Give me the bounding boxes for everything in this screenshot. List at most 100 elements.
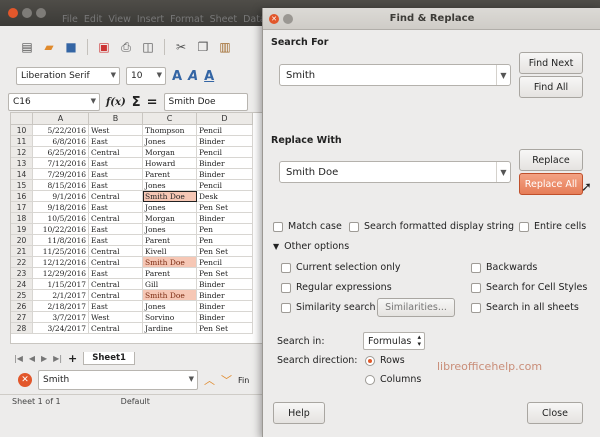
replace-input[interactable]: Smith Doe ▼ [279, 161, 511, 183]
table-cell[interactable]: East [89, 158, 143, 169]
close-find-bar-icon[interactable]: ✕ [18, 373, 32, 387]
table-cell[interactable]: Central [89, 191, 143, 202]
menu-item[interactable]: Edit [84, 14, 102, 28]
table-cell[interactable]: Central [89, 279, 143, 290]
table-cell[interactable]: Pencil [197, 257, 253, 268]
row-header[interactable]: 14 [11, 169, 33, 180]
column-header[interactable]: D [197, 113, 253, 125]
direction-columns-radio[interactable]: Columns [365, 374, 421, 385]
export-pdf-icon[interactable]: ▣ [95, 38, 113, 56]
table-cell[interactable]: Jones [143, 136, 197, 147]
row-header[interactable]: 11 [11, 136, 33, 147]
row-header[interactable]: 25 [11, 290, 33, 301]
add-sheet-icon[interactable]: + [68, 352, 77, 365]
current-selection-checkbox[interactable]: Current selection only [281, 262, 401, 273]
menu-item[interactable]: File [62, 14, 78, 28]
row-header[interactable]: 24 [11, 279, 33, 290]
underline-icon[interactable]: A [204, 69, 214, 84]
formula-input[interactable]: Smith Doe [163, 93, 248, 111]
table-cell[interactable]: Binder [197, 312, 253, 323]
table-cell[interactable]: East [89, 301, 143, 312]
row-header[interactable]: 15 [11, 180, 33, 191]
row-header[interactable]: 12 [11, 147, 33, 158]
table-cell[interactable]: Binder [197, 279, 253, 290]
table-cell[interactable]: East [89, 268, 143, 279]
table-cell[interactable]: West [89, 312, 143, 323]
table-cell[interactable]: 12/29/2016 [33, 268, 89, 279]
table-cell[interactable]: Binder [197, 136, 253, 147]
find-next-button[interactable]: Find Next [519, 52, 583, 74]
table-cell[interactable]: 8/15/2016 [33, 180, 89, 191]
backwards-checkbox[interactable]: Backwards [471, 262, 537, 273]
table-cell[interactable]: Pen [197, 224, 253, 235]
table-cell[interactable]: 7/29/2016 [33, 169, 89, 180]
similarity-checkbox[interactable]: Similarity search [281, 302, 376, 313]
column-header[interactable]: A [33, 113, 89, 125]
table-cell[interactable]: 11/25/2016 [33, 246, 89, 257]
table-cell[interactable]: 1/15/2017 [33, 279, 89, 290]
table-cell[interactable]: 2/1/2017 [33, 290, 89, 301]
previous-sheet-icon[interactable]: ◀ [29, 354, 35, 363]
direction-rows-radio[interactable]: Rows [365, 355, 405, 366]
table-cell[interactable]: 6/8/2016 [33, 136, 89, 147]
column-header[interactable]: B [89, 113, 143, 125]
find-next-icon[interactable]: ﹀ [221, 372, 232, 388]
table-cell[interactable]: Howard [143, 158, 197, 169]
table-cell[interactable]: Central [89, 147, 143, 158]
table-cell[interactable]: East [89, 169, 143, 180]
table-cell[interactable]: Gill [143, 279, 197, 290]
table-cell[interactable]: Binder [197, 301, 253, 312]
table-cell[interactable]: Smith Doe [143, 191, 197, 202]
table-cell[interactable]: Parent [143, 169, 197, 180]
menu-item[interactable]: Format [170, 14, 203, 28]
row-header[interactable]: 18 [11, 213, 33, 224]
table-cell[interactable]: Central [89, 290, 143, 301]
table-cell[interactable]: Morgan [143, 147, 197, 158]
table-cell[interactable]: 10/5/2016 [33, 213, 89, 224]
table-cell[interactable]: Pen Set [197, 323, 253, 334]
table-cell[interactable]: Parent [143, 235, 197, 246]
table-cell[interactable]: 2/18/2017 [33, 301, 89, 312]
table-cell[interactable]: Central [89, 246, 143, 257]
table-cell[interactable]: West [89, 125, 143, 136]
table-cell[interactable]: Parent [143, 268, 197, 279]
row-header[interactable]: 13 [11, 158, 33, 169]
table-cell[interactable]: 3/24/2017 [33, 323, 89, 334]
table-cell[interactable]: 6/25/2016 [33, 147, 89, 158]
table-cell[interactable]: Pencil [197, 180, 253, 191]
table-cell[interactable]: 12/12/2016 [33, 257, 89, 268]
search-in-select[interactable]: Formulas ▴ ▾ [363, 332, 425, 350]
table-cell[interactable]: Pen Set [197, 246, 253, 257]
font-size-select[interactable]: 10 ▼ [126, 67, 166, 85]
row-header[interactable]: 21 [11, 246, 33, 257]
find-all-button[interactable]: Find All [519, 76, 583, 98]
table-cell[interactable]: East [89, 180, 143, 191]
table-cell[interactable]: Smith Doe [143, 290, 197, 301]
table-cell[interactable]: Smith Doe [143, 257, 197, 268]
table-cell[interactable]: East [89, 136, 143, 147]
table-cell[interactable]: 11/8/2016 [33, 235, 89, 246]
font-name-select[interactable]: Liberation Serif ▼ [16, 67, 120, 85]
name-box[interactable]: C16 ▼ [8, 93, 100, 111]
table-cell[interactable]: 7/12/2016 [33, 158, 89, 169]
replace-button[interactable]: Replace [519, 149, 583, 171]
table-cell[interactable]: Binder [197, 213, 253, 224]
find-bar-input[interactable]: Smith ▼ [38, 370, 198, 390]
match-case-checkbox[interactable]: Match case [273, 221, 342, 232]
chevron-down-icon[interactable]: ▼ [496, 162, 510, 182]
menu-item[interactable]: Sheet [210, 14, 237, 28]
table-cell[interactable]: Central [89, 323, 143, 334]
all-sheets-checkbox[interactable]: Search in all sheets [471, 302, 579, 313]
table-cell[interactable]: Binder [197, 169, 253, 180]
table-cell[interactable]: Jones [143, 301, 197, 312]
close-button[interactable]: Close [527, 402, 583, 424]
table-cell[interactable]: Pencil [197, 125, 253, 136]
table-cell[interactable]: 9/18/2016 [33, 202, 89, 213]
table-cell[interactable]: Binder [197, 158, 253, 169]
table-cell[interactable]: Jones [143, 202, 197, 213]
search-formatted-checkbox[interactable]: Search formatted display string [349, 221, 514, 232]
row-header[interactable]: 27 [11, 312, 33, 323]
sum-icon[interactable]: Σ [132, 95, 141, 110]
bold-icon[interactable]: A [172, 69, 182, 84]
open-folder-icon[interactable]: ▰ [40, 38, 58, 56]
